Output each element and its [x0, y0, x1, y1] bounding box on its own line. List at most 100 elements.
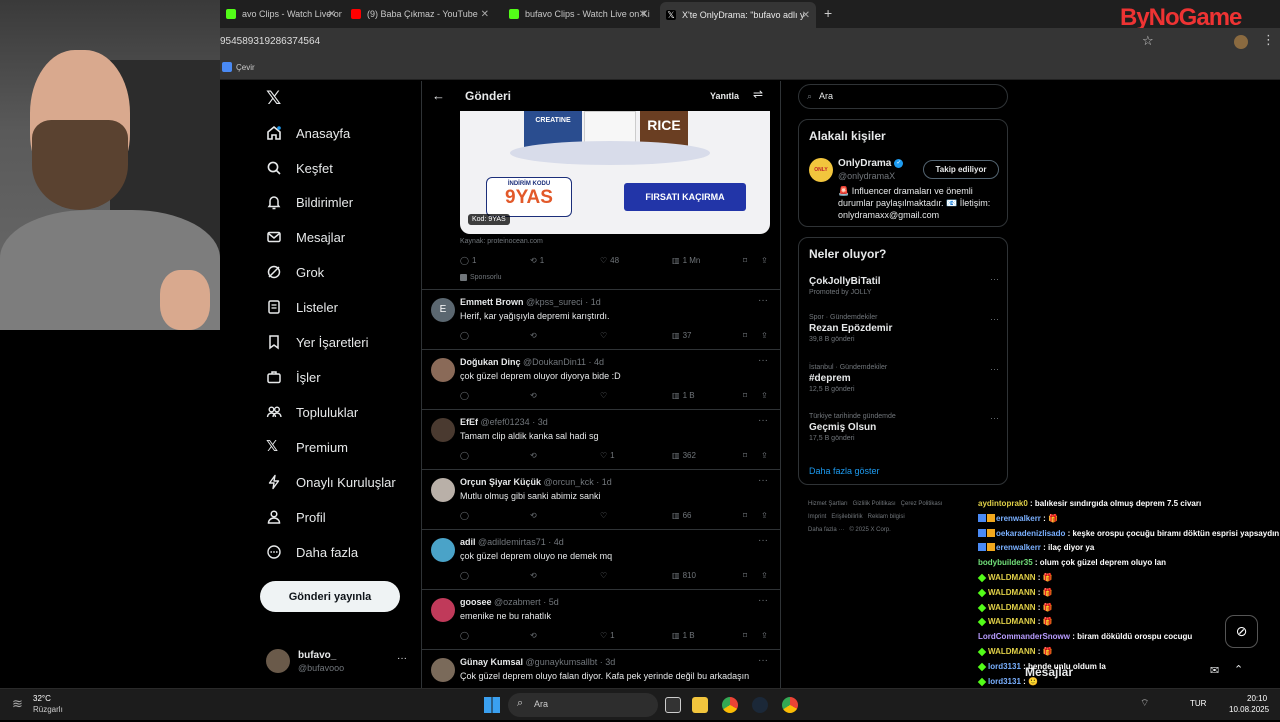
weather-icon[interactable]: ≋ [12, 696, 23, 712]
more-icon[interactable]: ··· [990, 364, 999, 374]
chat-username[interactable]: erenwalkerr [996, 543, 1041, 552]
tweet-handle[interactable]: @ozabmert [494, 597, 541, 607]
views-button[interactable]: ▥ 1 Mn [672, 256, 700, 265]
reply-tweet[interactable]: E Emmett Brown @kpss_sureci · 1d ··· Herif,… [422, 290, 780, 350]
like-button[interactable]: ♡ [600, 571, 610, 580]
nav-lists[interactable]: Listeler [266, 294, 338, 320]
tweet-author[interactable]: adil [460, 537, 476, 547]
share-button[interactable]: ⇪ [761, 331, 768, 340]
tweet-time[interactable]: 1d [602, 477, 612, 487]
chrome-icon[interactable] [782, 697, 798, 713]
like-button[interactable]: ♡ [600, 511, 610, 520]
like-button[interactable]: ♡ [600, 331, 610, 340]
repost-button[interactable]: ⟲ [530, 571, 540, 580]
more-icon[interactable]: ··· [758, 355, 768, 366]
avatar[interactable] [431, 418, 455, 442]
reply-button[interactable]: ◯ [460, 511, 472, 520]
chat-username[interactable]: WALDMANN [988, 573, 1036, 582]
trend-item[interactable]: ÇokJollyBiTatil Promoted by JOLLY ··· [809, 274, 999, 296]
bookmark-button[interactable]: ⌑ [743, 631, 747, 640]
chrome-icon[interactable] [722, 697, 738, 713]
chat-username[interactable]: WALDMANN [988, 617, 1036, 626]
weather-temp[interactable]: 32°C [33, 694, 51, 703]
new-tab-icon[interactable]: + [824, 5, 832, 21]
nav-verified-orgs[interactable]: Onaylı Kuruluşlar [266, 469, 396, 495]
tweet-handle[interactable]: @adildemirtas71 [478, 537, 546, 547]
views-button[interactable]: ▥ 810 [672, 571, 696, 580]
reply-button[interactable]: ◯ [460, 571, 472, 580]
clock-time[interactable]: 20:10 [1247, 694, 1267, 703]
reply-tweet[interactable]: Doğukan Dinç @DoukanDin11 · 4d ··· çok güz… [422, 350, 780, 410]
account-switcher[interactable]: bufavo_ @bufavooo ··· [266, 647, 416, 681]
trend-item[interactable]: İstanbul · Gündemdekiler #deprem 12,5 B gö… [809, 364, 999, 393]
nav-profile[interactable]: Profil [266, 504, 326, 530]
task-view-icon[interactable] [665, 697, 681, 713]
like-button[interactable]: ♡ [600, 391, 610, 400]
like-button[interactable]: ♡ 1 [600, 631, 615, 640]
more-icon[interactable]: ··· [990, 413, 999, 423]
repost-button[interactable]: ⟲ [530, 451, 540, 460]
lang-indicator[interactable]: TUR [1190, 699, 1206, 708]
avatar[interactable] [431, 598, 455, 622]
avatar[interactable] [431, 658, 455, 682]
chat-username[interactable]: aydintoprak0 [978, 499, 1028, 508]
avatar[interactable] [431, 538, 455, 562]
nav-communities[interactable]: Topluluklar [266, 399, 358, 425]
tweet-time[interactable]: 4d [594, 357, 604, 367]
more-icon[interactable]: ··· [990, 314, 999, 324]
reply-button[interactable]: ◯ [460, 331, 472, 340]
chat-username[interactable]: LordCommanderSnoww [978, 632, 1070, 641]
url-text[interactable]: 954589319286374564 [220, 36, 320, 47]
avatar[interactable]: ONLY [809, 158, 833, 182]
tweet-time[interactable]: 1d [591, 297, 601, 307]
views-button[interactable]: ▥ 37 [672, 331, 691, 340]
reply-button[interactable]: ◯ [460, 451, 472, 460]
views-button[interactable]: ▥ 362 [672, 451, 696, 460]
bookmark-translate[interactable]: Çevir [222, 62, 255, 72]
close-icon[interactable]: ✕ [639, 9, 647, 20]
chat-username[interactable]: bodybuilder35 [978, 558, 1033, 567]
bookmark-button[interactable]: ⌑ [743, 331, 747, 340]
search-input[interactable]: ⌕ Ara [798, 84, 1008, 109]
close-icon[interactable]: ✕ [481, 9, 489, 20]
tweet-handle[interactable]: @kpss_sureci [526, 297, 583, 307]
reply-button[interactable]: ◯ [460, 391, 472, 400]
tweet-handle[interactable]: @orcun_kck [544, 477, 594, 487]
bookmark-button[interactable]: ⌑ [743, 256, 747, 265]
tweet-author[interactable]: Doğukan Dinç [460, 357, 521, 367]
nav-messages[interactable]: Mesajlar [266, 224, 345, 250]
star-icon[interactable]: ☆ [1142, 33, 1154, 49]
nav-notifications[interactable]: Bildirimler [266, 189, 353, 215]
nav-premium[interactable]: 𝕏 Premium [266, 434, 348, 460]
tweet-author[interactable]: Orçun Şiyar Küçük [460, 477, 541, 487]
views-button[interactable]: ▥ 1 B [672, 391, 695, 400]
steam-icon[interactable] [752, 697, 768, 713]
back-arrow-icon[interactable]: ← [432, 88, 445, 103]
chat-username[interactable]: erenwalkerr [996, 514, 1041, 523]
tweet-time[interactable]: 5d [549, 597, 559, 607]
chat-username[interactable]: WALDMANN [988, 603, 1036, 612]
bookmark-button[interactable]: ⌑ [743, 451, 747, 460]
ad-image[interactable]: CREATINE RICE İNDİRİM KODU 9YAS FIRSATI … [460, 111, 770, 234]
related-user-name[interactable]: OnlyDrama ✓ [838, 158, 904, 169]
reply-tweet[interactable]: EfEf @efef01234 · 3d ··· Tamam clip aldik … [422, 410, 780, 470]
chat-username[interactable]: lord3131 [988, 677, 1021, 686]
more-icon[interactable]: ··· [758, 415, 768, 426]
reply-button[interactable]: ◯ 1 [460, 256, 476, 265]
nav-bookmarks[interactable]: Yer İşaretleri [266, 329, 369, 355]
share-button[interactable]: ⇪ [761, 451, 768, 460]
close-icon[interactable]: ✕ [328, 9, 336, 20]
tweet-handle[interactable]: @DoukanDin11 [523, 357, 586, 367]
network-icon[interactable]: ⌔ [1140, 697, 1149, 710]
file-explorer-icon[interactable] [692, 697, 708, 713]
avatar[interactable] [431, 358, 455, 382]
reply-tweet[interactable]: adil @adildemirtas71 · 4d ··· çok güzel de… [422, 530, 780, 590]
more-icon[interactable]: ··· [990, 274, 999, 284]
reply-tweet[interactable]: goosee @ozabmert · 5d ··· emenike ne bu ra… [422, 590, 780, 650]
x-logo-icon[interactable]: 𝕏 [266, 87, 281, 110]
chat-username[interactable]: WALDMANN [988, 588, 1036, 597]
following-button[interactable]: Takip ediliyor [923, 160, 999, 179]
views-button[interactable]: ▥ 1 B [672, 631, 695, 640]
chat-username[interactable]: WALDMANN [988, 647, 1036, 656]
repost-button[interactable]: ⟲ [530, 511, 540, 520]
